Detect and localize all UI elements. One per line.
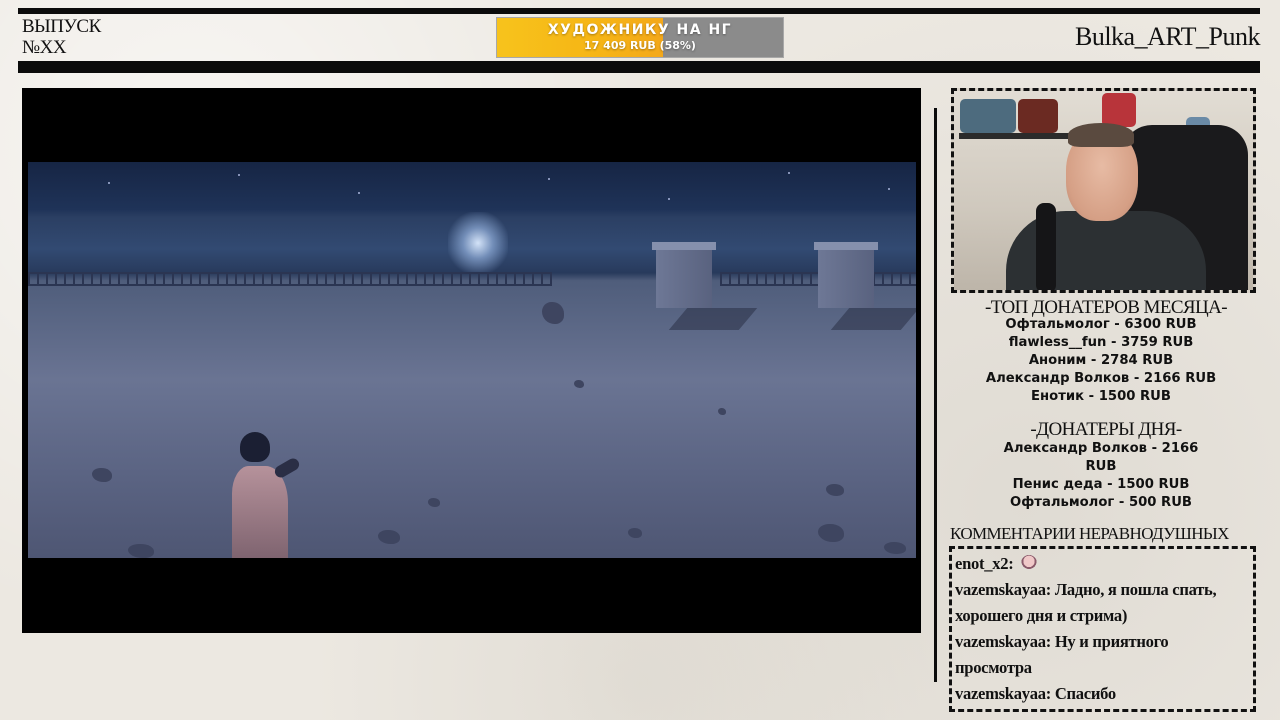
- streamer-name: Bulka_ART_Punk: [1074, 22, 1261, 51]
- issue-label: ВЫПУСК №XX: [22, 16, 101, 58]
- header-top-rule: [18, 8, 1260, 14]
- day-donors-list: Александр Волков - 2166 RUB Пенис деда -…: [966, 440, 1236, 512]
- chat-message: vazemskayaa: Ну и приятного просмотра: [955, 629, 1249, 681]
- sidebar-divider: [934, 108, 937, 682]
- issue-number: №XX: [22, 37, 67, 58]
- donor-entry: Офтальмолог - 500 RUB: [1010, 495, 1192, 510]
- concrete-pillar: [652, 242, 716, 308]
- donor-entry: Александр Волков - 2166: [1003, 441, 1199, 456]
- goal-title: ХУДОЖНИКУ НА НГ: [547, 22, 733, 38]
- webcam-feed: [951, 88, 1256, 293]
- concrete-pillar: [814, 242, 878, 308]
- top-donors-list: Офтальмолог - 6300 RUB flawless__fun - 3…: [966, 316, 1236, 406]
- goal-amount: 17 409 RUB (58%): [584, 39, 696, 52]
- chat-message: vazemskayaa: Спасибо: [955, 681, 1249, 707]
- chat-username: enot_x2:: [955, 554, 1014, 573]
- donor-entry: Пенис деда - 1500 RUB: [1012, 477, 1190, 492]
- donation-goal-bar: ХУДОЖНИКУ НА НГ 17 409 RUB (58%): [496, 17, 784, 58]
- microphone: [1036, 203, 1056, 290]
- chat-username: vazemskayaa:: [955, 580, 1051, 599]
- girl-emote-icon: [1021, 555, 1038, 571]
- moon-reflection: [448, 212, 508, 274]
- donor-entry: Александр Волков - 2166 RUB: [985, 371, 1217, 386]
- chat-text: Спасибо: [1054, 684, 1116, 703]
- issue-label-line1: ВЫПУСК: [22, 16, 101, 37]
- anime-night-beach-scene: [28, 162, 916, 558]
- donor-entry: Енотик - 1500 RUB: [1031, 389, 1171, 404]
- donor-entry: Офтальмолог - 6300 RUB: [1005, 317, 1197, 332]
- chat-message: enot_x2:: [955, 551, 1249, 577]
- donor-entry: Аноним - 2784 RUB: [1028, 353, 1174, 368]
- donor-entry: flawless__fun - 3759 RUB: [1008, 335, 1194, 350]
- chat-username: vazemskayaa:: [955, 632, 1051, 651]
- railing: [28, 272, 552, 286]
- chat-box: enot_x2: vazemskayaa: Ладно, я пошла спа…: [949, 546, 1256, 712]
- chat-username: vazemskayaa:: [955, 684, 1051, 703]
- donor-entry: RUB: [1085, 459, 1117, 474]
- comments-heading: КОММЕНТАРИИ НЕРАВНОДУШНЫХ: [950, 524, 1229, 543]
- anime-character: [228, 432, 302, 558]
- video-player[interactable]: [22, 88, 921, 633]
- day-donors-heading: -ДОНАТЕРЫ ДНЯ-: [1030, 419, 1182, 440]
- header-bottom-rule: [18, 61, 1260, 73]
- chat-message: vazemskayaa: Ладно, я пошла спать, хорош…: [955, 577, 1249, 629]
